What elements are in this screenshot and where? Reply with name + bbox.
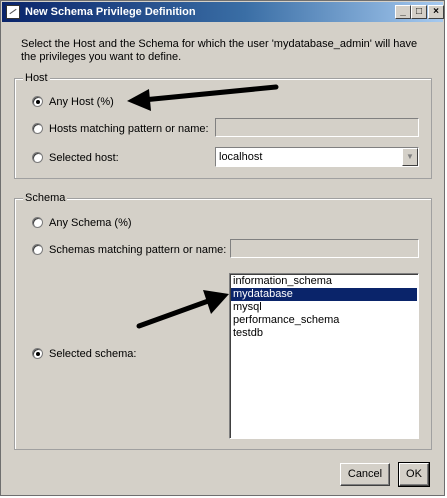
cancel-button[interactable]: Cancel [340,463,390,486]
title-bar[interactable]: New Schema Privilege Definition _ □ × [2,2,444,22]
schema-list-item-selected[interactable]: mydatabase [231,288,417,301]
ok-button[interactable]: OK [398,462,430,487]
schema-listbox[interactable]: information_schema mydatabase mysql perf… [229,273,419,439]
radio-host-pattern-label: Hosts matching pattern or name: [49,122,209,135]
schema-pattern-input[interactable] [230,239,419,258]
close-button[interactable]: × [428,5,444,19]
radio-schema-pattern-label: Schemas matching pattern or name: [49,243,227,256]
radio-selected-host[interactable]: Selected host: [32,150,119,165]
schema-list-item[interactable]: information_schema [231,275,417,288]
selected-host-value: localhost [219,151,263,163]
host-group-legend: Host [23,72,50,85]
radio-schema-pattern-indicator[interactable] [32,244,43,255]
maximize-button[interactable]: □ [411,5,427,19]
radio-any-host-indicator[interactable] [32,96,43,107]
schema-list-item[interactable]: testdb [231,327,417,340]
dialog-window: New Schema Privilege Definition _ □ × Se… [0,0,445,496]
radio-selected-host-label: Selected host: [49,151,119,164]
window-title: New Schema Privilege Definition [25,6,196,18]
radio-schema-pattern[interactable]: Schemas matching pattern or name: [32,242,226,257]
radio-host-pattern[interactable]: Hosts matching pattern or name: [32,121,209,136]
radio-selected-schema-indicator[interactable] [32,348,43,359]
radio-any-host[interactable]: Any Host (%) [32,94,114,109]
selected-host-combobox[interactable]: localhost ▼ [215,147,419,167]
schema-list-item[interactable]: performance_schema [231,314,417,327]
chevron-down-icon[interactable]: ▼ [402,148,418,166]
radio-any-schema-label: Any Schema (%) [49,216,132,229]
radio-selected-host-indicator[interactable] [32,152,43,163]
radio-any-host-label: Any Host (%) [49,95,114,108]
minimize-button[interactable]: _ [395,5,411,19]
host-pattern-input[interactable] [215,118,419,137]
radio-host-pattern-indicator[interactable] [32,123,43,134]
intro-text: Select the Host and the Schema for which… [21,38,418,63]
radio-any-schema-indicator[interactable] [32,217,43,228]
radio-selected-schema[interactable]: Selected schema: [32,346,136,361]
schema-group-legend: Schema [23,192,68,205]
radio-any-schema[interactable]: Any Schema (%) [32,215,132,230]
radio-selected-schema-label: Selected schema: [49,347,137,360]
schema-list-item[interactable]: mysql [231,301,417,314]
app-icon [6,5,20,19]
